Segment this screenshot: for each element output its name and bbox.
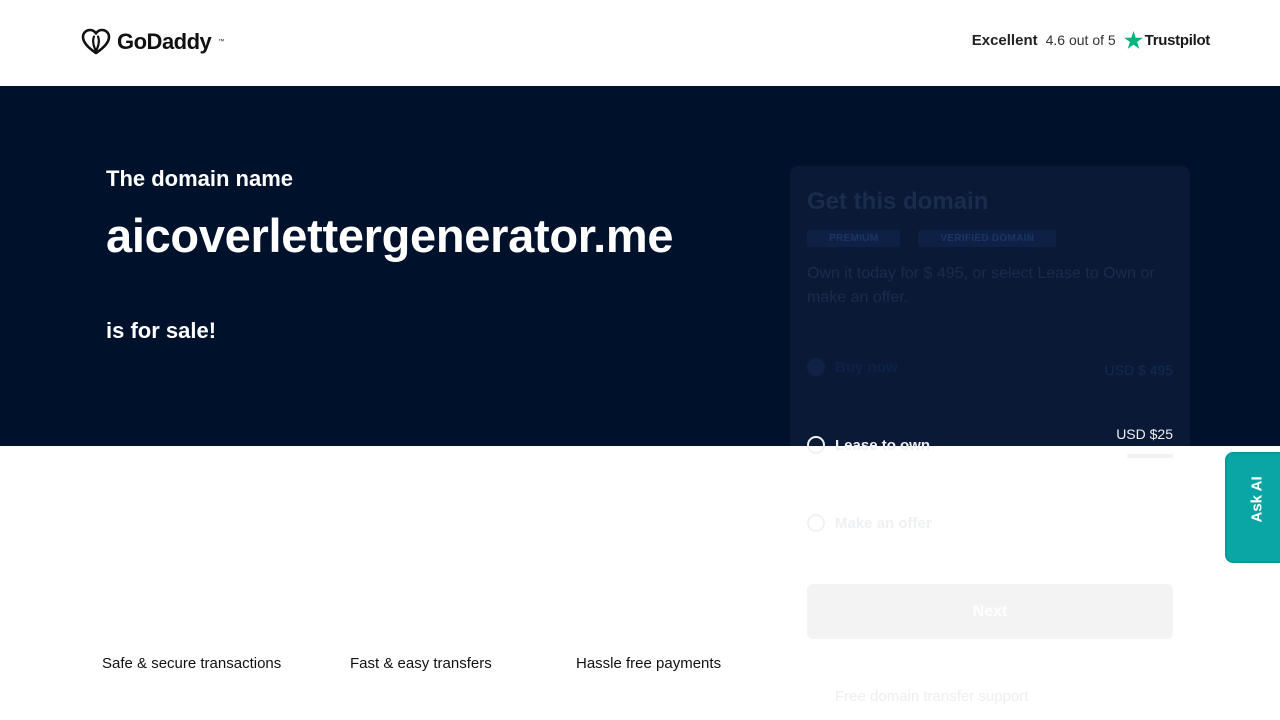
purchase-card: Get this domain PREMIUM VERIFIED DOMAIN … (790, 166, 1190, 720)
trustpilot-star-icon (1123, 31, 1143, 49)
feature-secure-transactions: Safe & secure transactions (102, 655, 282, 672)
ask-ai-button[interactable]: Ask AI (1225, 452, 1280, 563)
verified-badge: VERIFIED DOMAIN (918, 230, 1057, 247)
trustpilot-rating[interactable]: Excellent 4.6 out of 5 Trustpilot (972, 31, 1210, 49)
brand-name: GoDaddy (117, 29, 212, 54)
radio-lease-to-own[interactable] (807, 436, 825, 454)
premium-badge: PREMIUM (807, 230, 901, 247)
godaddy-logo[interactable]: GoDaddy ™ (81, 28, 224, 56)
card-title: Get this domain (807, 188, 989, 215)
lease-label: Lease to own (835, 436, 931, 454)
rating-score: 4.6 out of 5 (1045, 32, 1116, 48)
lease-price-underline (1127, 454, 1173, 458)
page: GoDaddy ™ Excellent 4.6 out of 5 Trustpil… (0, 0, 1280, 720)
feature-easy-transfers: Fast & easy transfers (350, 655, 492, 672)
trademark-icon: ™ (218, 39, 225, 45)
rating-label: Excellent (971, 31, 1038, 49)
buy-now-label: Buy now (835, 358, 898, 376)
radio-buy-now[interactable] (807, 358, 825, 376)
buy-now-price: USD $ 495 (1104, 362, 1173, 378)
hero-intro: The domain name (106, 166, 294, 191)
site-header: GoDaddy ™ Excellent 4.6 out of 5 Trustpil… (0, 0, 1280, 86)
radio-make-offer[interactable] (807, 514, 825, 532)
support-text: Free domain transfer support (835, 688, 1029, 705)
godaddy-heart-icon (81, 28, 111, 55)
option-make-offer[interactable]: Make an offer (807, 514, 932, 532)
for-sale-text: is for sale! (106, 318, 217, 343)
domain-name-heading: aicoverlettergenerator.me (106, 209, 674, 262)
lease-price: USD $25 (1116, 426, 1173, 442)
option-lease-to-own[interactable]: Lease to own (807, 436, 930, 454)
ask-ai-label: Ask AI (1248, 476, 1266, 523)
trustpilot-name: Trustpilot (1144, 31, 1211, 49)
feature-hassle-free-payments: Hassle free payments (576, 655, 722, 672)
feature-list: Safe & secure transactions Fast & easy t… (0, 655, 780, 675)
option-buy-now[interactable]: Buy now (807, 358, 898, 376)
offer-label: Make an offer (835, 514, 932, 532)
trustpilot-logo: Trustpilot (1123, 31, 1211, 49)
next-button[interactable]: Next (807, 584, 1173, 639)
card-description: Own it today for $ 495, or select Lease … (807, 265, 1155, 306)
domain-badges: PREMIUM VERIFIED DOMAIN (807, 230, 1057, 247)
